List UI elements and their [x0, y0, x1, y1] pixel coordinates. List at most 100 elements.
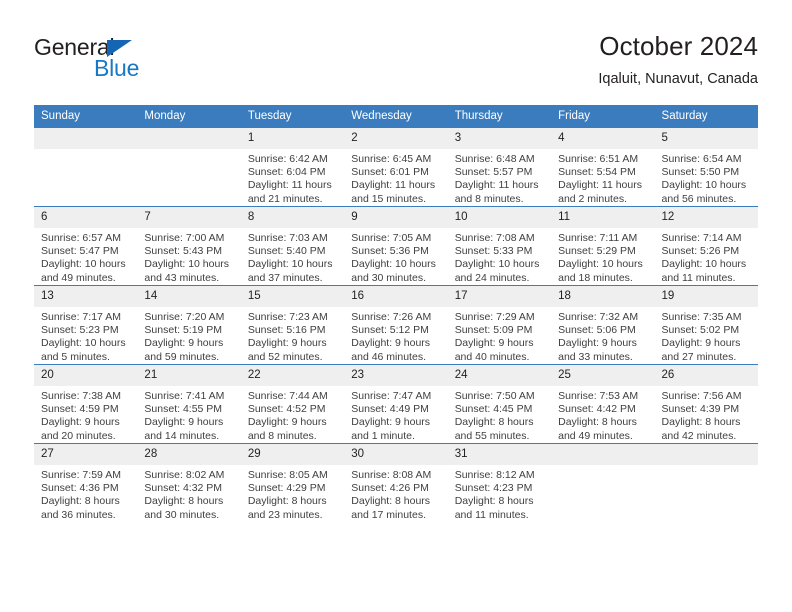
calendar-day-cell[interactable]: 26 Sunrise: 7:56 AM Sunset: 4:39 PM Dayli… [654, 364, 758, 444]
calendar-day-cell[interactable]: 22 Sunrise: 7:44 AM Sunset: 4:52 PM Dayli… [240, 364, 345, 444]
calendar-day-cell[interactable]: 29 Sunrise: 8:05 AM Sunset: 4:29 PM Dayli… [240, 443, 345, 522]
calendar-day-cell[interactable]: 30 Sunrise: 8:08 AM Sunset: 4:26 PM Dayli… [344, 443, 448, 522]
weekday-header-monday: Monday [137, 105, 241, 128]
day-number: 6 [34, 207, 138, 228]
calendar-day-cell[interactable]: 13 Sunrise: 7:17 AM Sunset: 5:23 PM Dayli… [34, 285, 138, 365]
day-number [34, 128, 138, 149]
calendar-day-cell[interactable]: 4 Sunrise: 6:51 AM Sunset: 5:54 PM Daylig… [551, 127, 655, 207]
day-number: 5 [654, 128, 758, 149]
weekday-header-saturday: Saturday [654, 105, 758, 128]
day-number: 24 [447, 365, 552, 386]
day-sun-details: Sunrise: 8:08 AM Sunset: 4:26 PM Dayligh… [351, 469, 432, 521]
calendar-body: 1 Sunrise: 6:42 AM Sunset: 6:04 PM Daylig… [34, 127, 758, 522]
day-sun-details: Sunrise: 7:26 AM Sunset: 5:12 PM Dayligh… [351, 311, 432, 363]
calendar-week-row: 13 Sunrise: 7:17 AM Sunset: 5:23 PM Dayli… [34, 285, 758, 365]
day-number: 29 [240, 444, 345, 465]
day-sun-details: Sunrise: 6:51 AM Sunset: 5:54 PM Dayligh… [558, 153, 642, 205]
day-number: 22 [240, 365, 345, 386]
day-sun-details: Sunrise: 7:17 AM Sunset: 5:23 PM Dayligh… [41, 311, 126, 363]
day-number: 26 [654, 365, 758, 386]
day-sun-details: Sunrise: 6:48 AM Sunset: 5:57 PM Dayligh… [454, 153, 539, 205]
calendar-day-cell[interactable]: 6 Sunrise: 6:57 AM Sunset: 5:47 PM Daylig… [34, 206, 138, 286]
day-number: 1 [240, 128, 345, 149]
calendar-day-cell[interactable]: 23 Sunrise: 7:47 AM Sunset: 4:49 PM Dayli… [344, 364, 448, 444]
calendar-header-row-group: Sunday Monday Tuesday Wednesday Thursday… [34, 105, 758, 128]
calendar-week-row: 1 Sunrise: 6:42 AM Sunset: 6:04 PM Daylig… [34, 127, 758, 207]
calendar-day-cell[interactable]: 5 Sunrise: 6:54 AM Sunset: 5:50 PM Daylig… [654, 127, 758, 207]
day-number: 15 [240, 286, 345, 307]
day-sun-details: Sunrise: 6:57 AM Sunset: 5:47 PM Dayligh… [41, 232, 126, 284]
page-title: October 2024 [599, 31, 758, 61]
day-number: 31 [447, 444, 552, 465]
day-sun-details: Sunrise: 7:53 AM Sunset: 4:42 PM Dayligh… [558, 390, 639, 442]
calendar-day-cell[interactable]: 10 Sunrise: 7:08 AM Sunset: 5:33 PM Dayli… [447, 206, 552, 286]
calendar-day-cell[interactable]: 21 Sunrise: 7:41 AM Sunset: 4:55 PM Dayli… [137, 364, 241, 444]
day-sun-details: Sunrise: 7:08 AM Sunset: 5:33 PM Dayligh… [454, 232, 540, 284]
calendar-week-row: 20 Sunrise: 7:38 AM Sunset: 4:59 PM Dayli… [34, 364, 758, 444]
day-sun-details: Sunrise: 7:00 AM Sunset: 5:43 PM Dayligh… [144, 232, 230, 284]
calendar-day-cell[interactable]: 18 Sunrise: 7:32 AM Sunset: 5:06 PM Dayli… [551, 285, 655, 365]
calendar-day-cell[interactable]: 7 Sunrise: 7:00 AM Sunset: 5:43 PM Daylig… [137, 206, 241, 286]
general-blue-logo[interactable]: General Blue [34, 34, 234, 92]
calendar-day-cell[interactable]: 14 Sunrise: 7:20 AM Sunset: 5:19 PM Dayli… [137, 285, 241, 365]
page-header: General Blue October 2024 Iqaluit, Nunav… [34, 30, 758, 100]
calendar-day-cell[interactable]: 12 Sunrise: 7:14 AM Sunset: 5:26 PM Dayli… [654, 206, 758, 286]
calendar-day-cell[interactable]: 27 Sunrise: 7:59 AM Sunset: 4:36 PM Dayli… [34, 443, 138, 522]
day-sun-details: Sunrise: 7:47 AM Sunset: 4:49 PM Dayligh… [351, 390, 432, 442]
logo-text-blue: Blue [94, 55, 140, 81]
day-sun-details: Sunrise: 7:56 AM Sunset: 4:39 PM Dayligh… [661, 390, 742, 442]
weekday-header-row: Sunday Monday Tuesday Wednesday Thursday… [34, 105, 758, 128]
calendar-day-cell[interactable]: 31 Sunrise: 8:12 AM Sunset: 4:23 PM Dayli… [447, 443, 552, 522]
day-sun-details: Sunrise: 7:44 AM Sunset: 4:52 PM Dayligh… [247, 390, 328, 442]
location-subtitle: Iqaluit, Nunavut, Canada [598, 71, 758, 87]
day-sun-details: Sunrise: 6:42 AM Sunset: 6:04 PM Dayligh… [247, 153, 332, 205]
day-number: 4 [551, 128, 655, 149]
calendar-day-cell[interactable]: 17 Sunrise: 7:29 AM Sunset: 5:09 PM Dayli… [447, 285, 552, 365]
day-sun-details: Sunrise: 7:20 AM Sunset: 5:19 PM Dayligh… [144, 311, 225, 363]
day-number [551, 444, 655, 465]
day-number: 12 [654, 207, 758, 228]
day-sun-details: Sunrise: 7:41 AM Sunset: 4:55 PM Dayligh… [144, 390, 225, 442]
day-sun-details [137, 149, 240, 153]
day-sun-details: Sunrise: 7:32 AM Sunset: 5:06 PM Dayligh… [558, 311, 639, 363]
day-number: 30 [344, 444, 448, 465]
calendar-empty-cell [551, 443, 655, 522]
calendar-page: General Blue October 2024 Iqaluit, Nunav… [0, 0, 792, 612]
calendar-day-cell[interactable]: 15 Sunrise: 7:23 AM Sunset: 5:16 PM Dayli… [240, 285, 345, 365]
calendar-day-cell[interactable]: 2 Sunrise: 6:45 AM Sunset: 6:01 PM Daylig… [344, 127, 448, 207]
day-number: 27 [34, 444, 138, 465]
calendar-week-row: 6 Sunrise: 6:57 AM Sunset: 5:47 PM Daylig… [34, 206, 758, 286]
day-sun-details [551, 465, 654, 469]
calendar-day-cell[interactable]: 16 Sunrise: 7:26 AM Sunset: 5:12 PM Dayli… [344, 285, 448, 365]
day-number: 17 [447, 286, 552, 307]
day-number: 20 [34, 365, 138, 386]
weekday-header-wednesday: Wednesday [344, 105, 448, 128]
title-block: October 2024 Iqaluit, Nunavut, Canada [598, 30, 758, 90]
calendar-day-cell[interactable]: 1 Sunrise: 6:42 AM Sunset: 6:04 PM Daylig… [240, 127, 345, 207]
day-number: 14 [137, 286, 241, 307]
calendar-day-cell[interactable]: 25 Sunrise: 7:53 AM Sunset: 4:42 PM Dayli… [551, 364, 655, 444]
day-sun-details: Sunrise: 7:50 AM Sunset: 4:45 PM Dayligh… [454, 390, 535, 442]
calendar-day-cell[interactable]: 24 Sunrise: 7:50 AM Sunset: 4:45 PM Dayli… [447, 364, 552, 444]
calendar-day-cell[interactable]: 28 Sunrise: 8:02 AM Sunset: 4:32 PM Dayli… [137, 443, 241, 522]
day-sun-details: Sunrise: 8:05 AM Sunset: 4:29 PM Dayligh… [247, 469, 328, 521]
day-number: 18 [551, 286, 655, 307]
day-number: 23 [344, 365, 448, 386]
day-sun-details: Sunrise: 8:12 AM Sunset: 4:23 PM Dayligh… [454, 469, 535, 521]
weekday-header-thursday: Thursday [447, 105, 552, 128]
calendar-day-cell[interactable]: 11 Sunrise: 7:11 AM Sunset: 5:29 PM Dayli… [551, 206, 655, 286]
calendar-day-cell[interactable]: 19 Sunrise: 7:35 AM Sunset: 5:02 PM Dayli… [654, 285, 758, 365]
day-sun-details: Sunrise: 7:29 AM Sunset: 5:09 PM Dayligh… [454, 311, 535, 363]
day-number: 25 [551, 365, 655, 386]
day-sun-details: Sunrise: 6:54 AM Sunset: 5:50 PM Dayligh… [661, 153, 747, 205]
day-sun-details: Sunrise: 8:02 AM Sunset: 4:32 PM Dayligh… [144, 469, 225, 521]
calendar-empty-cell [34, 127, 138, 207]
calendar-week-row: 27 Sunrise: 7:59 AM Sunset: 4:36 PM Dayli… [34, 443, 758, 522]
day-sun-details [34, 149, 137, 153]
calendar-day-cell[interactable]: 3 Sunrise: 6:48 AM Sunset: 5:57 PM Daylig… [447, 127, 552, 207]
day-sun-details: Sunrise: 7:38 AM Sunset: 4:59 PM Dayligh… [41, 390, 121, 442]
calendar-day-cell[interactable]: 9 Sunrise: 7:05 AM Sunset: 5:36 PM Daylig… [344, 206, 448, 286]
calendar-day-cell[interactable]: 8 Sunrise: 7:03 AM Sunset: 5:40 PM Daylig… [240, 206, 345, 286]
day-number: 3 [447, 128, 552, 149]
calendar-day-cell[interactable]: 20 Sunrise: 7:38 AM Sunset: 4:59 PM Dayli… [34, 364, 138, 444]
